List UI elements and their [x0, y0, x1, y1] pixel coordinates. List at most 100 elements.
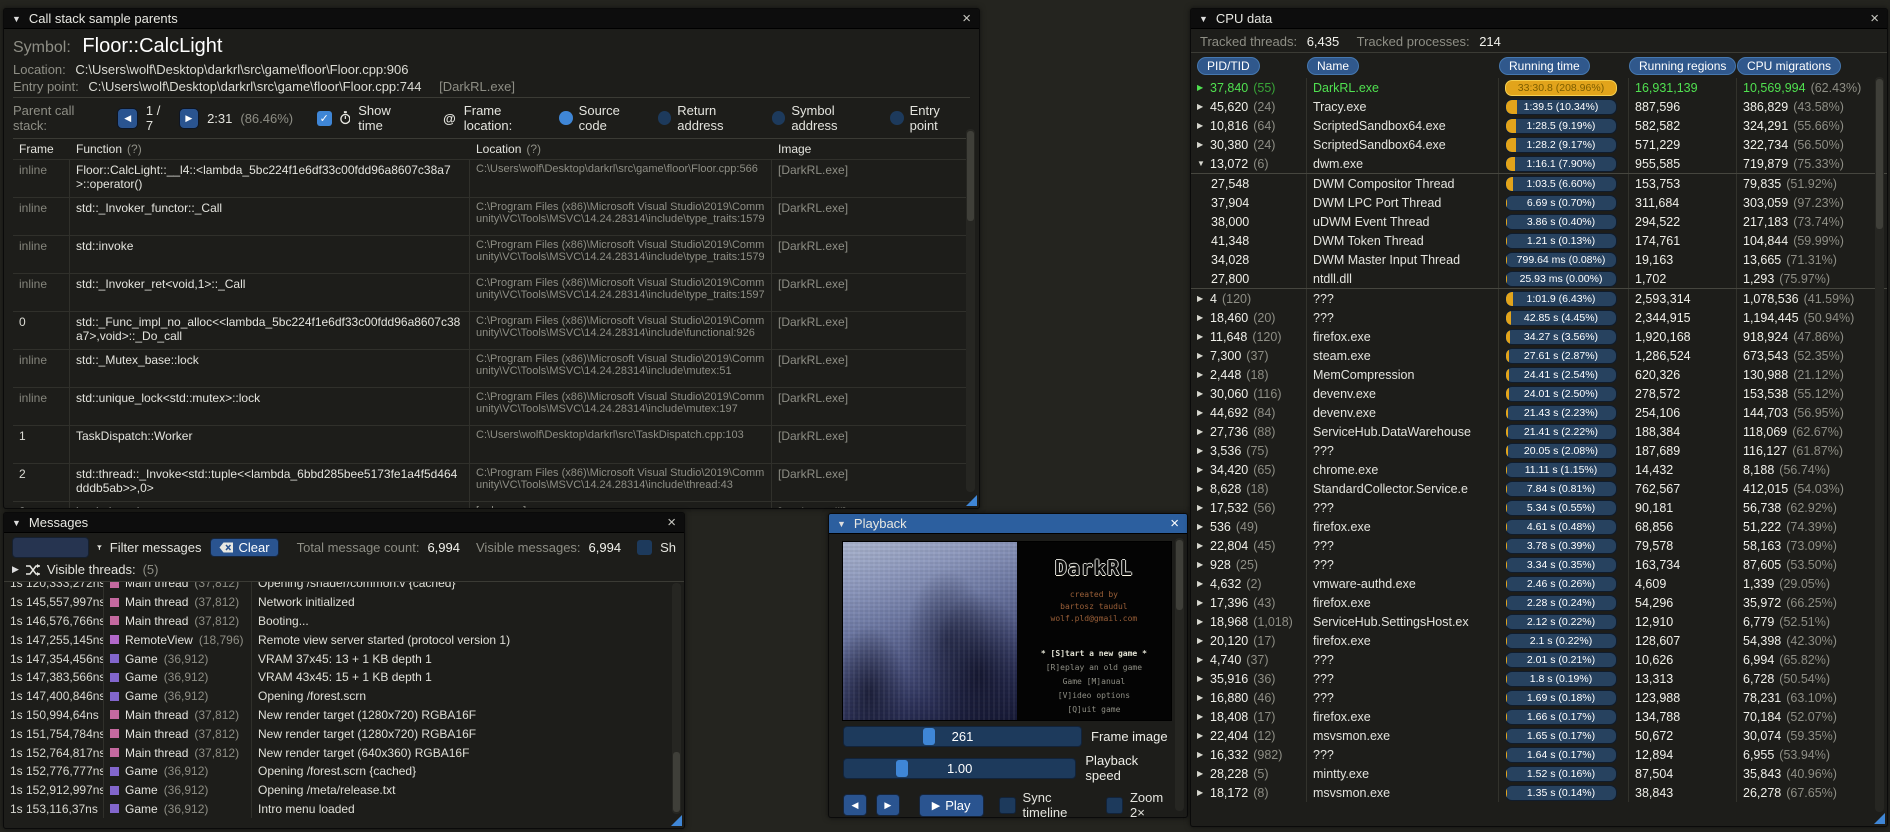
- callstack-table-row[interactable]: inline std::_Invoker_ret<void,1>::_Call C:…: [13, 273, 970, 311]
- zoom-2x-checkbox[interactable]: Zoom 2×: [1105, 790, 1175, 817]
- expander-icon[interactable]: ▶: [1197, 731, 1210, 740]
- expander-icon[interactable]: ▶: [1197, 294, 1210, 303]
- cpu-row[interactable]: ▶ 20,120 (17) firefox.exe 2.1 s (0.22%) 128,6…: [1191, 631, 1887, 650]
- cpu-scrollbar[interactable]: [1875, 77, 1884, 812]
- radio-entry-point[interactable]: Entry point: [889, 103, 970, 133]
- cpu-row[interactable]: ▶ 18,172 (8) msvsmon.exe 1.35 s (0.14%) 38,84…: [1191, 783, 1887, 802]
- message-row[interactable]: 1s 152,776,777ns Game (36,912) Opening /for…: [4, 761, 684, 781]
- message-row[interactable]: 1s 147,255,145ns RemoteView (18,796) Remote…: [4, 630, 684, 650]
- col-location[interactable]: Location (?): [470, 139, 772, 159]
- col-name[interactable]: Name: [1307, 57, 1360, 75]
- cpu-row[interactable]: ▶ 18,408 (17) firefox.exe 1.66 s (0.17%) 134,…: [1191, 707, 1887, 726]
- cpu-row[interactable]: ▶ 10,816 (64) ScriptedSandbox64.exe 1:28.5 (…: [1191, 116, 1887, 135]
- cpu-row[interactable]: 41,348 DWM Token Thread 1.21 s (0.13%) 174,…: [1191, 231, 1887, 250]
- expander-icon[interactable]: ▶: [1197, 351, 1210, 360]
- callstack-titlebar[interactable]: ▼ Call stack sample parents ×: [4, 9, 979, 29]
- callstack-table-row[interactable]: 1 TaskDispatch::Worker C:\Users\wolf\Deskt…: [13, 425, 970, 463]
- expander-icon[interactable]: ▶: [1197, 446, 1210, 455]
- cpu-row[interactable]: ▼ 13,072 (6) dwm.exe 1:16.1 (7.90%) 955,585 71…: [1191, 154, 1887, 173]
- close-icon[interactable]: ×: [667, 515, 676, 530]
- expander-icon[interactable]: ▶: [1197, 503, 1210, 512]
- cpu-row[interactable]: 37,904 DWM LPC Port Thread 6.69 s (0.70%) 3…: [1191, 193, 1887, 212]
- truncated-checkbox[interactable]: [637, 540, 653, 555]
- expander-icon[interactable]: ▶: [1197, 617, 1210, 626]
- expander-icon[interactable]: ▶: [1197, 427, 1210, 436]
- expander-icon[interactable]: ▶: [1197, 408, 1210, 417]
- message-row[interactable]: 1s 146,576,766ns Main thread (37,812) Booti…: [4, 611, 684, 631]
- message-row[interactable]: 1s 152,912,997ns Game (36,912) Opening /met…: [4, 780, 684, 800]
- col-function[interactable]: Function (?): [70, 139, 470, 159]
- expander-icon[interactable]: ▶: [1197, 598, 1210, 607]
- expander-icon[interactable]: ▶: [1197, 121, 1210, 130]
- message-row[interactable]: 1s 147,354,456ns Game (36,912) VRAM 37x45: …: [4, 649, 684, 668]
- collapse-icon[interactable]: ▼: [837, 519, 846, 529]
- message-row[interactable]: 1s 147,383,566ns Game (36,912) VRAM 43x45: …: [4, 667, 684, 687]
- messages-list-viewport[interactable]: 1s 120,333,272ns Main thread (37,812) Openi…: [4, 582, 684, 825]
- cpu-row[interactable]: 27,800 ntdll.dll 25.93 ms (0.00%) 1,702 1,29…: [1191, 269, 1887, 288]
- cpu-row[interactable]: ▶ 536 (49) firefox.exe 4.61 s (0.48%) 68,856 5…: [1191, 517, 1887, 536]
- cpu-row[interactable]: ▶ 3,536 (75)??? 20.05 s (2.08%) 187,689 116,1…: [1191, 441, 1887, 460]
- radio-return-address[interactable]: Return address: [657, 103, 764, 133]
- expander-icon[interactable]: ▶: [1197, 484, 1210, 493]
- expander-icon[interactable]: ▶: [1197, 83, 1210, 92]
- collapse-icon[interactable]: ▼: [12, 518, 21, 528]
- threads-expander-icon[interactable]: ▶: [12, 564, 19, 575]
- cpu-row[interactable]: ▶ 4 (120)??? 1:01.9 (6.43%) 2,593,314 1,078,5…: [1191, 288, 1887, 308]
- prev-frame-button[interactable]: ◀: [843, 794, 867, 816]
- play-button[interactable]: ▶ Play: [918, 793, 984, 817]
- cpu-row[interactable]: ▶ 8,628 (18) StandardCollector.Service.e 7.8…: [1191, 479, 1887, 498]
- col-image[interactable]: Image: [772, 139, 970, 159]
- message-row[interactable]: 1s 152,764,817ns Main thread (37,812) New r…: [4, 743, 684, 762]
- cpu-row[interactable]: 34,028 DWM Master Input Thread 799.64 ms (…: [1191, 250, 1887, 269]
- callstack-table-row[interactable]: inline std::_Mutex_base::lock C:\Program F…: [13, 349, 970, 387]
- expander-icon[interactable]: ▶: [1197, 788, 1210, 797]
- cpu-row[interactable]: ▶ 16,332 (982)??? 1.64 s (0.17%) 12,894 6,955…: [1191, 745, 1887, 764]
- col-pid-tid[interactable]: PID/TID: [1197, 57, 1260, 75]
- playback-scrollbar[interactable]: [1175, 538, 1184, 811]
- cpu-row[interactable]: ▶ 928 (25)??? 3.34 s (0.35%) 163,734 87,605 (5…: [1191, 555, 1887, 574]
- sync-timeline-checkbox[interactable]: Sync timeline: [998, 790, 1091, 817]
- col-running-time[interactable]: Running time: [1499, 57, 1590, 75]
- show-time-checkbox[interactable]: ✓: [316, 110, 332, 126]
- cpu-row[interactable]: ▶ 30,380 (24) ScriptedSandbox64.exe 1:28.2 (…: [1191, 135, 1887, 154]
- next-frame-button[interactable]: ▶: [875, 794, 900, 816]
- message-row[interactable]: 1s 147,400,846ns Game (36,912) Opening /for…: [4, 686, 684, 706]
- expander-icon[interactable]: ▶: [1197, 465, 1210, 474]
- cpu-row[interactable]: ▶ 22,404 (12) msvsmon.exe 1.65 s (0.17%) 50,6…: [1191, 726, 1887, 745]
- callstack-table-row[interactable]: inline std::invoke C:\Program Files (x86)\…: [13, 235, 970, 273]
- expander-icon[interactable]: ▶: [1197, 750, 1210, 759]
- collapse-icon[interactable]: ▼: [1199, 14, 1208, 24]
- close-icon[interactable]: ×: [962, 11, 971, 26]
- radio-symbol-address[interactable]: Symbol address: [771, 103, 882, 133]
- cpu-row[interactable]: ▶ 45,620 (24) Tracy.exe 1:39.5 (10.34%) 887,5…: [1191, 97, 1887, 116]
- close-icon[interactable]: ×: [1870, 11, 1879, 26]
- expander-icon[interactable]: ▶: [1197, 655, 1210, 664]
- frame-image-slider[interactable]: 261: [843, 726, 1082, 747]
- cpu-row[interactable]: ▶ 7,300 (37) steam.exe 27.61 s (2.87%) 1,286,…: [1191, 346, 1887, 365]
- filter-input[interactable]: [12, 537, 89, 558]
- collapse-icon[interactable]: ▼: [12, 14, 21, 24]
- callstack-table-row[interactable]: 3beginthreadex[unknown][ucrtbase.dll]: [13, 501, 970, 508]
- cpu-row[interactable]: ▶ 27,736 (88) ServiceHub.DataWarehouse 21.41…: [1191, 422, 1887, 441]
- message-row[interactable]: 1s 120,333,272ns Main thread (37,812) Openi…: [4, 582, 684, 593]
- col-frame[interactable]: Frame: [13, 139, 70, 159]
- expander-icon[interactable]: ▶: [1197, 541, 1210, 550]
- expander-icon[interactable]: ▶: [1197, 579, 1210, 588]
- resize-grip[interactable]: [1874, 813, 1885, 824]
- message-row[interactable]: 1s 150,994,64ns Main thread (37,812) New re…: [4, 705, 684, 725]
- cpu-row[interactable]: ▶ 11,648 (120) firefox.exe 34.27 s (3.56%) 1,…: [1191, 327, 1887, 346]
- resize-grip[interactable]: [671, 815, 682, 826]
- message-row[interactable]: 1s 145,557,997ns Main thread (37,812) Netwo…: [4, 592, 684, 612]
- expander-icon[interactable]: ▶: [1197, 313, 1210, 322]
- cpu-row[interactable]: ▶ 30,060 (116) devenv.exe 24.01 s (2.50%) 278…: [1191, 384, 1887, 403]
- expander-icon[interactable]: ▶: [1197, 636, 1210, 645]
- expander-icon[interactable]: ▶: [1197, 560, 1210, 569]
- next-callstack-button[interactable]: ▶: [178, 107, 200, 129]
- cpu-row[interactable]: ▶ 18,968 (1,018) ServiceHub.SettingsHost.ex…: [1191, 612, 1887, 631]
- callstack-table-row[interactable]: inline Floor::CalcLight::__l4::<lambda_5b…: [13, 159, 970, 197]
- clear-button[interactable]: Clear: [209, 538, 279, 557]
- resize-grip[interactable]: [966, 495, 977, 506]
- cpu-row[interactable]: ▶ 16,880 (46)??? 1.69 s (0.18%) 123,988 78,23…: [1191, 688, 1887, 707]
- message-row[interactable]: 1s 151,754,784ns Main thread (37,812) New r…: [4, 724, 684, 744]
- cpu-row[interactable]: 38,000 uDWM Event Thread 3.86 s (0.40%) 294…: [1191, 212, 1887, 231]
